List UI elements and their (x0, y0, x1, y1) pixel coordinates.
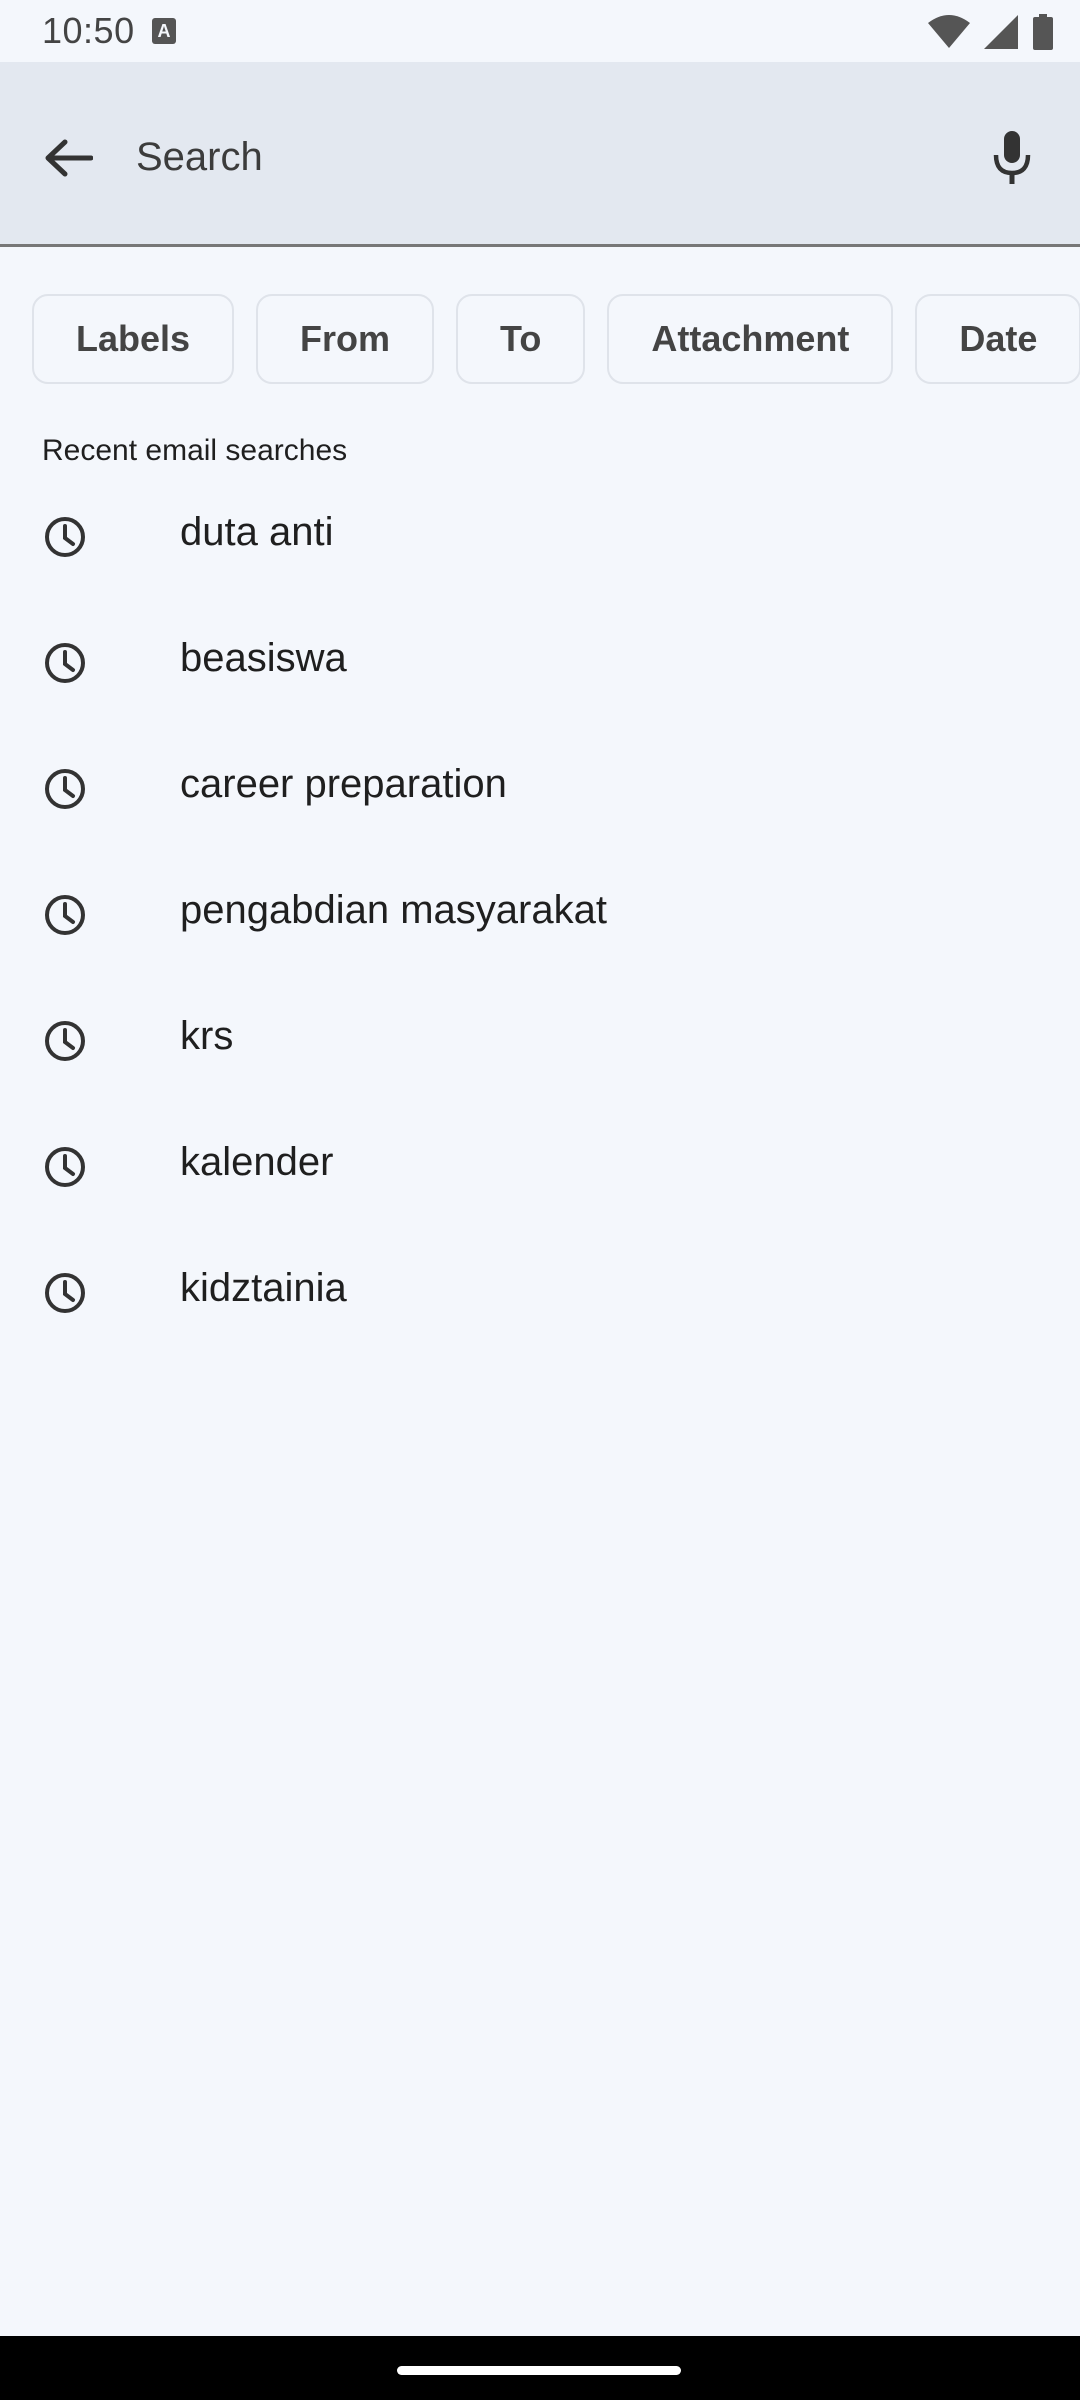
clock-icon (45, 895, 85, 935)
recent-search-item[interactable]: pengabdian masyarakat (0, 852, 1080, 978)
recent-search-text: beasiswa (180, 636, 347, 680)
clock-icon (45, 1147, 85, 1187)
recent-search-item[interactable]: duta anti (0, 474, 1080, 600)
status-icons (928, 12, 1054, 52)
signal-icon (984, 15, 1018, 49)
filter-chip-labels[interactable]: Labels (32, 294, 235, 384)
clock-icon (45, 769, 85, 809)
filter-chip-attachment[interactable]: Attachment (607, 294, 894, 384)
recent-search-item[interactable]: kidztainia (0, 1230, 1080, 1356)
filter-chip-to[interactable]: To (456, 294, 586, 384)
navigation-bar (0, 2336, 1080, 2400)
arrow-back-icon (45, 139, 93, 177)
recent-search-text: krs (180, 1014, 234, 1058)
wifi-icon (928, 15, 970, 48)
filter-chips: Labels From To Attachment Date (32, 294, 1080, 388)
status-bar: 10:50 A (0, 0, 1080, 62)
filter-chip-date[interactable]: Date (915, 294, 1080, 384)
search-bar (0, 62, 1080, 247)
voice-search-button[interactable] (970, 116, 1054, 200)
a-icon: A (152, 18, 176, 44)
status-time: 10:50 (42, 10, 135, 51)
recent-search-item[interactable]: beasiswa (0, 600, 1080, 726)
clock-icon (45, 1273, 85, 1313)
recent-search-item[interactable]: krs (0, 978, 1080, 1104)
recent-searches-title: Recent email searches (42, 434, 348, 467)
recent-search-item[interactable]: career preparation (0, 726, 1080, 852)
search-input[interactable] (136, 122, 936, 192)
clock-icon (45, 517, 85, 557)
clock-icon (45, 643, 85, 683)
recent-search-item[interactable]: kalender (0, 1104, 1080, 1230)
home-indicator[interactable] (397, 2366, 681, 2375)
back-button[interactable] (28, 118, 108, 198)
recent-search-text: career preparation (180, 762, 507, 806)
recent-search-text: kidztainia (180, 1266, 347, 1310)
mic-icon (993, 131, 1031, 184)
clock-icon (45, 1021, 85, 1061)
filter-chip-from[interactable]: From (256, 294, 435, 384)
recent-searches-list: duta anti beasiswa career preparation pe… (0, 474, 1080, 1356)
recent-search-text: pengabdian masyarakat (180, 888, 607, 932)
recent-search-text: kalender (180, 1140, 334, 1184)
battery-icon (1033, 14, 1053, 50)
recent-search-text: duta anti (180, 510, 334, 554)
